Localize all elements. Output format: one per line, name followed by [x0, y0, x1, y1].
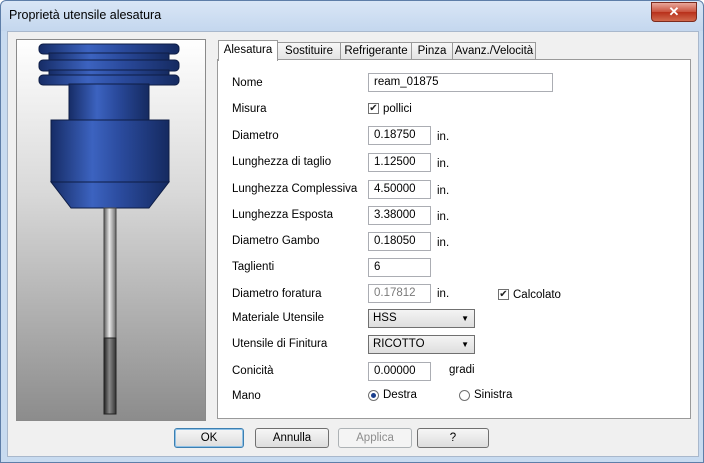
cancel-button[interactable]: Annulla — [255, 428, 329, 448]
diametro-foratura-unit: in. — [437, 288, 450, 300]
lunghezza-taglio-unit: in. — [437, 158, 450, 170]
materiale-select[interactable]: HSS ▼ — [368, 309, 475, 328]
diametro-input[interactable]: 0.18750 — [368, 126, 431, 145]
diametro-gambo-label: Diametro Gambo — [232, 235, 320, 247]
destra-label: Destra — [383, 389, 417, 401]
mano-label: Mano — [232, 390, 261, 402]
window-title: Proprietà utensile alesatura — [9, 8, 162, 22]
diametro-gambo-input[interactable]: 0.18050 — [368, 232, 431, 251]
lunghezza-taglio-input[interactable]: 1.12500 — [368, 153, 431, 172]
lunghezza-complessiva-input[interactable]: 4.50000 — [368, 180, 431, 199]
finitura-select[interactable]: RICOTTO ▼ — [368, 335, 475, 354]
diametro-gambo-unit: in. — [437, 237, 450, 249]
ok-button[interactable]: OK — [174, 428, 244, 448]
diametro-label: Diametro — [232, 130, 279, 142]
dialog-client: Alesatura Sostituire Refrigerante Pinza … — [7, 31, 699, 457]
apply-button: Applica — [338, 428, 412, 448]
lunghezza-esposta-unit: in. — [437, 211, 450, 223]
close-icon: ✕ — [668, 4, 680, 19]
finitura-label: Utensile di Finitura — [232, 338, 328, 350]
lunghezza-complessiva-label: Lunghezza Complessiva — [232, 183, 358, 195]
title-bar: Proprietà utensile alesatura ✕ — [1, 1, 703, 31]
diametro-foratura-label: Diametro foratura — [232, 288, 322, 300]
lunghezza-esposta-label: Lunghezza Esposta — [232, 209, 334, 221]
diametro-foratura-input: 0.17812 — [368, 284, 431, 303]
chevron-down-icon: ▼ — [461, 314, 469, 323]
tab-avanz-velocita[interactable]: Avanz./Velocità — [452, 42, 536, 60]
calcolato-label: Calcolato — [513, 289, 561, 301]
calcolato-checkbox[interactable]: ✔ — [498, 289, 509, 300]
misura-label: Misura — [232, 103, 267, 115]
conicita-input[interactable]: 0.00000 — [368, 362, 431, 381]
finitura-value: RICOTTO — [373, 338, 425, 350]
nome-label: Nome — [232, 77, 263, 89]
radio-selected-dot — [371, 393, 376, 398]
conicita-label: Conicità — [232, 365, 274, 377]
destra-radio[interactable] — [368, 390, 379, 401]
tab-alesatura[interactable]: Alesatura — [218, 40, 278, 61]
help-button[interactable]: ? — [417, 428, 489, 448]
sinistra-radio[interactable] — [459, 390, 470, 401]
lunghezza-taglio-label: Lunghezza di taglio — [232, 156, 332, 168]
tab-panel-alesatura: Nome ream_01875 Misura ✔ pollici Diametr… — [217, 59, 691, 419]
tab-sostituire[interactable]: Sostituire — [277, 42, 341, 60]
materiale-value: HSS — [373, 312, 397, 324]
lunghezza-esposta-input[interactable]: 3.38000 — [368, 206, 431, 225]
materiale-label: Materiale Utensile — [232, 312, 325, 324]
conicita-unit: gradi — [449, 364, 475, 376]
taglienti-input[interactable]: 6 — [368, 258, 431, 277]
nome-input[interactable]: ream_01875 — [368, 73, 553, 92]
pollici-label: pollici — [383, 103, 412, 115]
tab-refrigerante[interactable]: Refrigerante — [340, 42, 412, 60]
dialog-window: Proprietà utensile alesatura ✕ Alesatura… — [0, 0, 704, 463]
sinistra-label: Sinistra — [474, 389, 513, 401]
close-button[interactable]: ✕ — [651, 2, 697, 22]
chevron-down-icon: ▼ — [461, 340, 469, 349]
reamer-tool-image — [38, 43, 180, 415]
taglienti-label: Taglienti — [232, 261, 275, 273]
pollici-checkbox[interactable]: ✔ — [368, 103, 379, 114]
tab-pinza[interactable]: Pinza — [411, 42, 453, 60]
diametro-unit: in. — [437, 131, 450, 143]
tool-preview — [16, 39, 206, 421]
lunghezza-complessiva-unit: in. — [437, 185, 450, 197]
